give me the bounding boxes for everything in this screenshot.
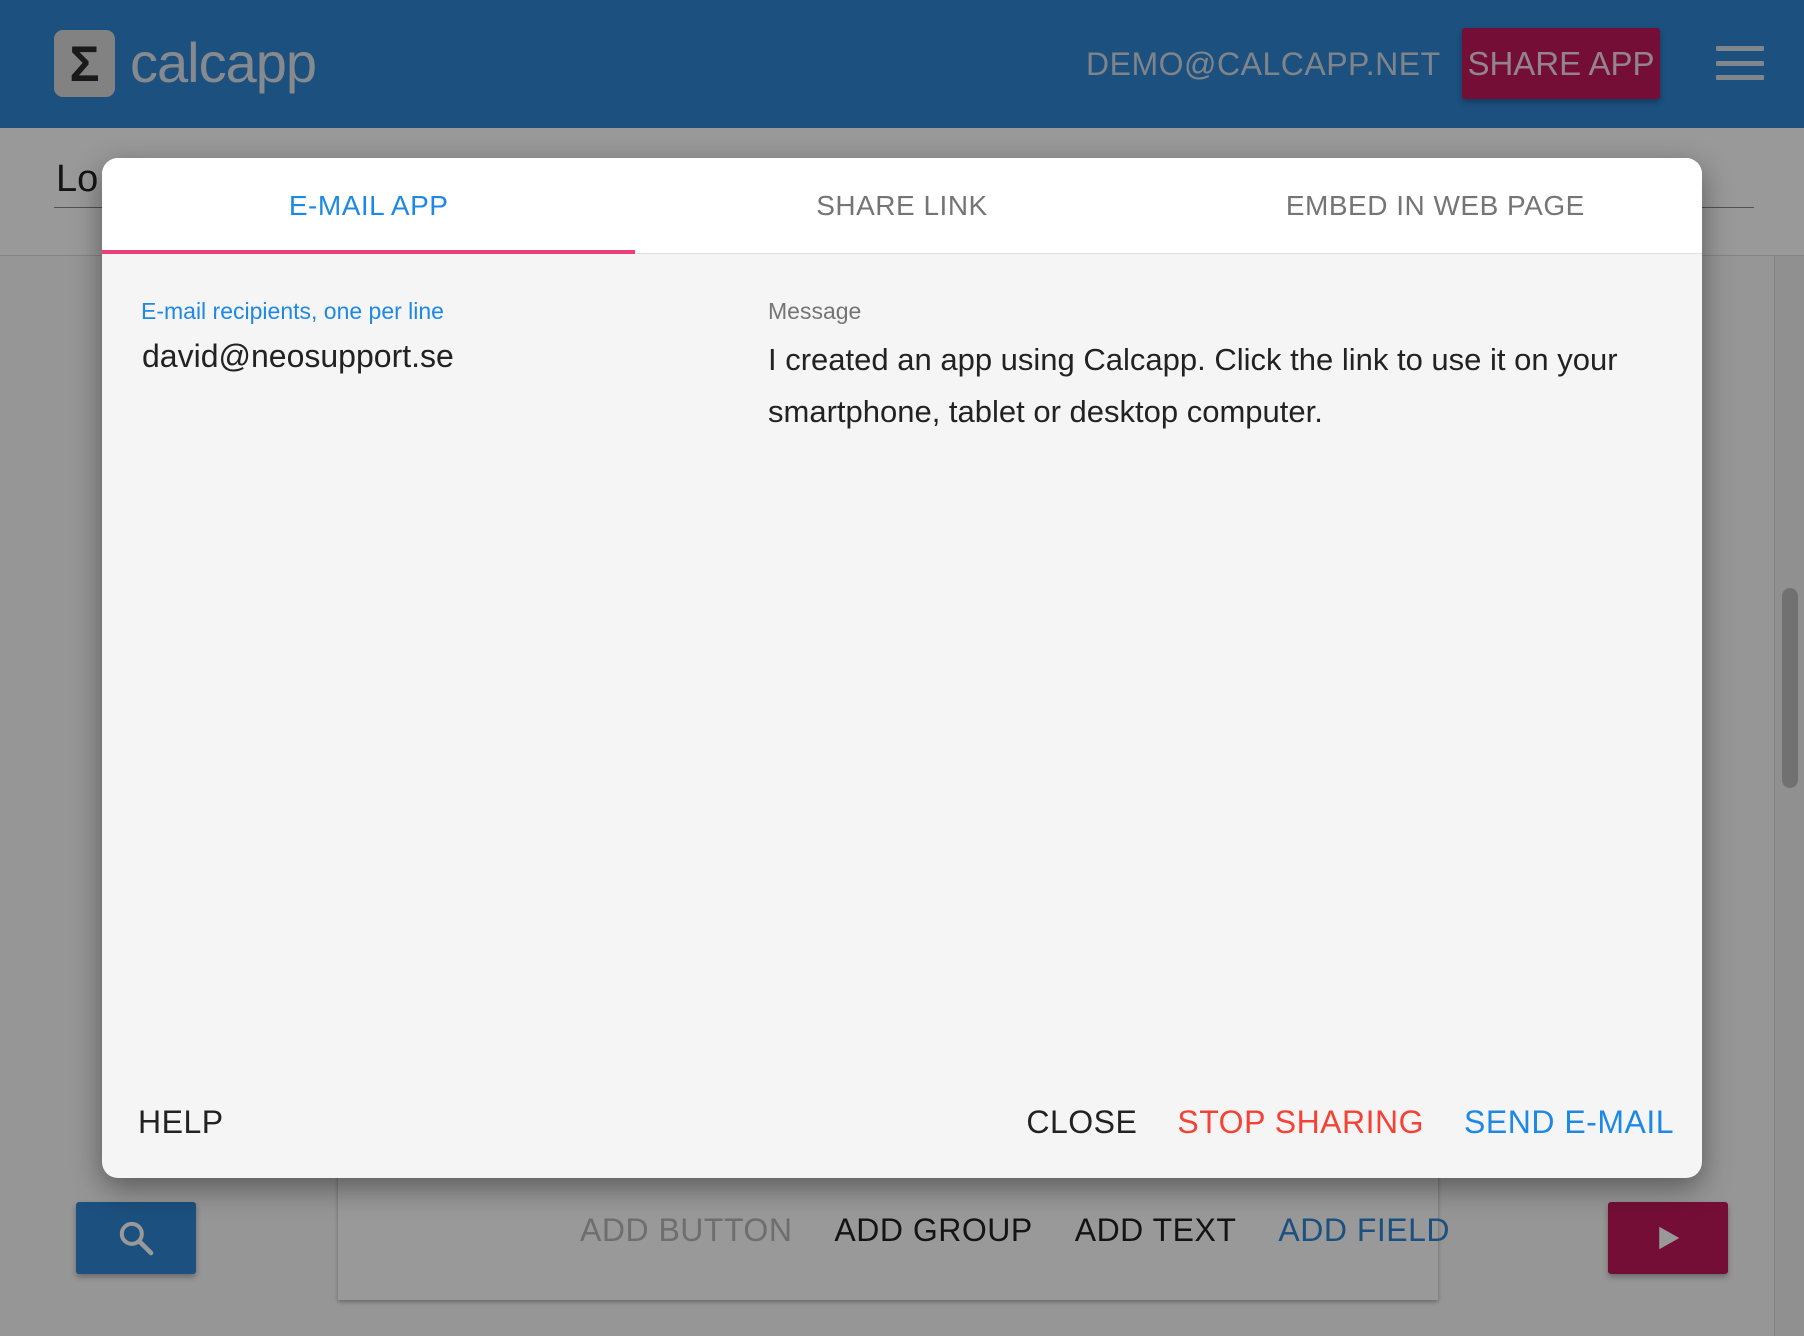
dialog-tabs: E-MAIL APP SHARE LINK EMBED IN WEB PAGE xyxy=(102,158,1702,254)
help-button[interactable]: HELP xyxy=(138,1104,224,1141)
send-email-button[interactable]: SEND E-MAIL xyxy=(1464,1104,1674,1141)
message-field[interactable]: I created an app using Calcapp. Click th… xyxy=(768,334,1648,438)
dialog-actions: CLOSE STOP SHARING SEND E-MAIL xyxy=(1026,1104,1674,1141)
tab-email-app[interactable]: E-MAIL APP xyxy=(102,158,636,254)
recipients-field[interactable]: david@neosupport.se xyxy=(142,338,454,375)
close-button[interactable]: CLOSE xyxy=(1026,1104,1137,1141)
message-label: Message xyxy=(768,298,862,324)
share-app-dialog: E-MAIL APP SHARE LINK EMBED IN WEB PAGE … xyxy=(102,158,1702,1178)
stop-sharing-button[interactable]: STOP SHARING xyxy=(1177,1104,1424,1141)
tab-share-link[interactable]: SHARE LINK xyxy=(635,158,1168,253)
recipients-label: E-mail recipients, one per line xyxy=(141,298,444,324)
tab-embed-in-web-page[interactable]: EMBED IN WEB PAGE xyxy=(1169,158,1702,253)
